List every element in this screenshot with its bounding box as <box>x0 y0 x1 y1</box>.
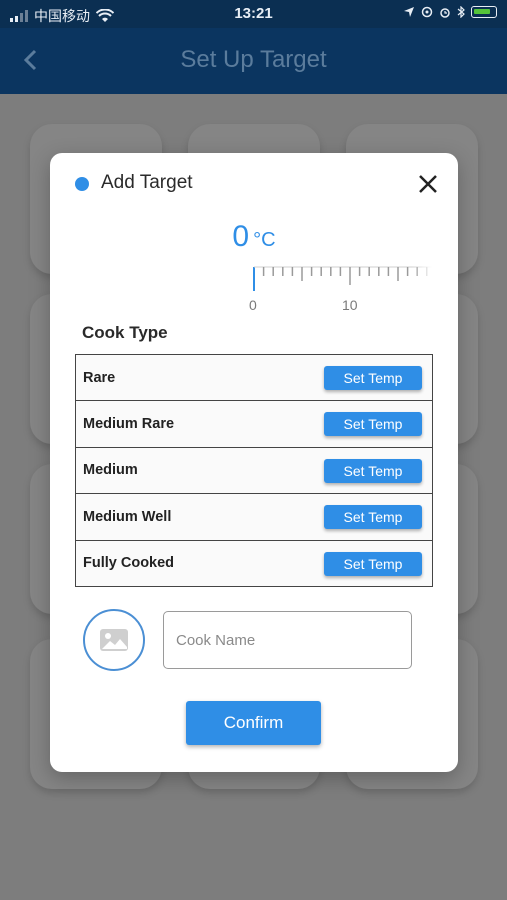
alarm-icon <box>440 8 450 18</box>
ruler-fade-right <box>412 265 432 317</box>
location-icon <box>404 7 414 17</box>
ruler-fade-left <box>78 265 126 317</box>
ruler-label-0: 0 <box>249 297 257 313</box>
cook-type-row: Medium Well Set Temp <box>76 494 432 541</box>
cook-type-row: Medium Rare Set Temp <box>76 401 432 448</box>
close-icon[interactable] <box>416 172 440 196</box>
cook-type-name: Medium Well <box>83 508 172 525</box>
bluetooth-icon <box>457 6 465 18</box>
ruler-label-10: 10 <box>342 297 358 313</box>
cook-type-row: Medium Set Temp <box>76 447 432 495</box>
battery-icon <box>471 6 497 18</box>
image-icon <box>100 629 128 651</box>
cook-type-row: Rare Set Temp <box>76 355 432 402</box>
set-temp-button[interactable]: Set Temp <box>324 551 422 576</box>
set-temp-button[interactable]: Set Temp <box>324 505 422 530</box>
dialog-title: Add Target <box>101 172 193 193</box>
status-bar: 中国移动 13:21 <box>0 0 507 28</box>
cook-type-name: Medium <box>83 462 138 479</box>
confirm-button[interactable]: Confirm <box>186 701 321 745</box>
cook-type-row: Fully Cooked Set Temp <box>76 540 432 587</box>
add-target-dialog: Add Target 0 °C 0 10 Cook Type Rare Set … <box>50 153 458 772</box>
cook-type-label: Cook Type <box>82 323 168 342</box>
cook-name-input[interactable] <box>163 611 412 669</box>
image-picker-button[interactable] <box>83 609 145 671</box>
set-temp-button[interactable]: Set Temp <box>324 366 422 390</box>
cook-type-name: Rare <box>83 369 116 386</box>
temperature-unit: °C <box>253 229 276 251</box>
temperature-slider[interactable]: 0 10 <box>78 265 432 317</box>
dialog-indicator-dot <box>75 177 89 191</box>
app-header: Set Up Target <box>0 28 507 94</box>
cook-type-list: Rare Set Temp Medium Rare Set Temp Mediu… <box>75 354 433 587</box>
cook-type-name: Medium Rare <box>83 416 175 433</box>
lock-rotation-icon <box>421 6 433 18</box>
status-right <box>403 6 497 18</box>
temperature-value: 0 <box>232 220 250 253</box>
set-temp-button[interactable]: Set Temp <box>324 458 422 483</box>
temperature-readout: 0 °C <box>50 220 458 254</box>
page-title: Set Up Target <box>180 46 327 73</box>
cook-type-name: Fully Cooked <box>83 555 175 572</box>
set-temp-button[interactable]: Set Temp <box>324 412 422 437</box>
